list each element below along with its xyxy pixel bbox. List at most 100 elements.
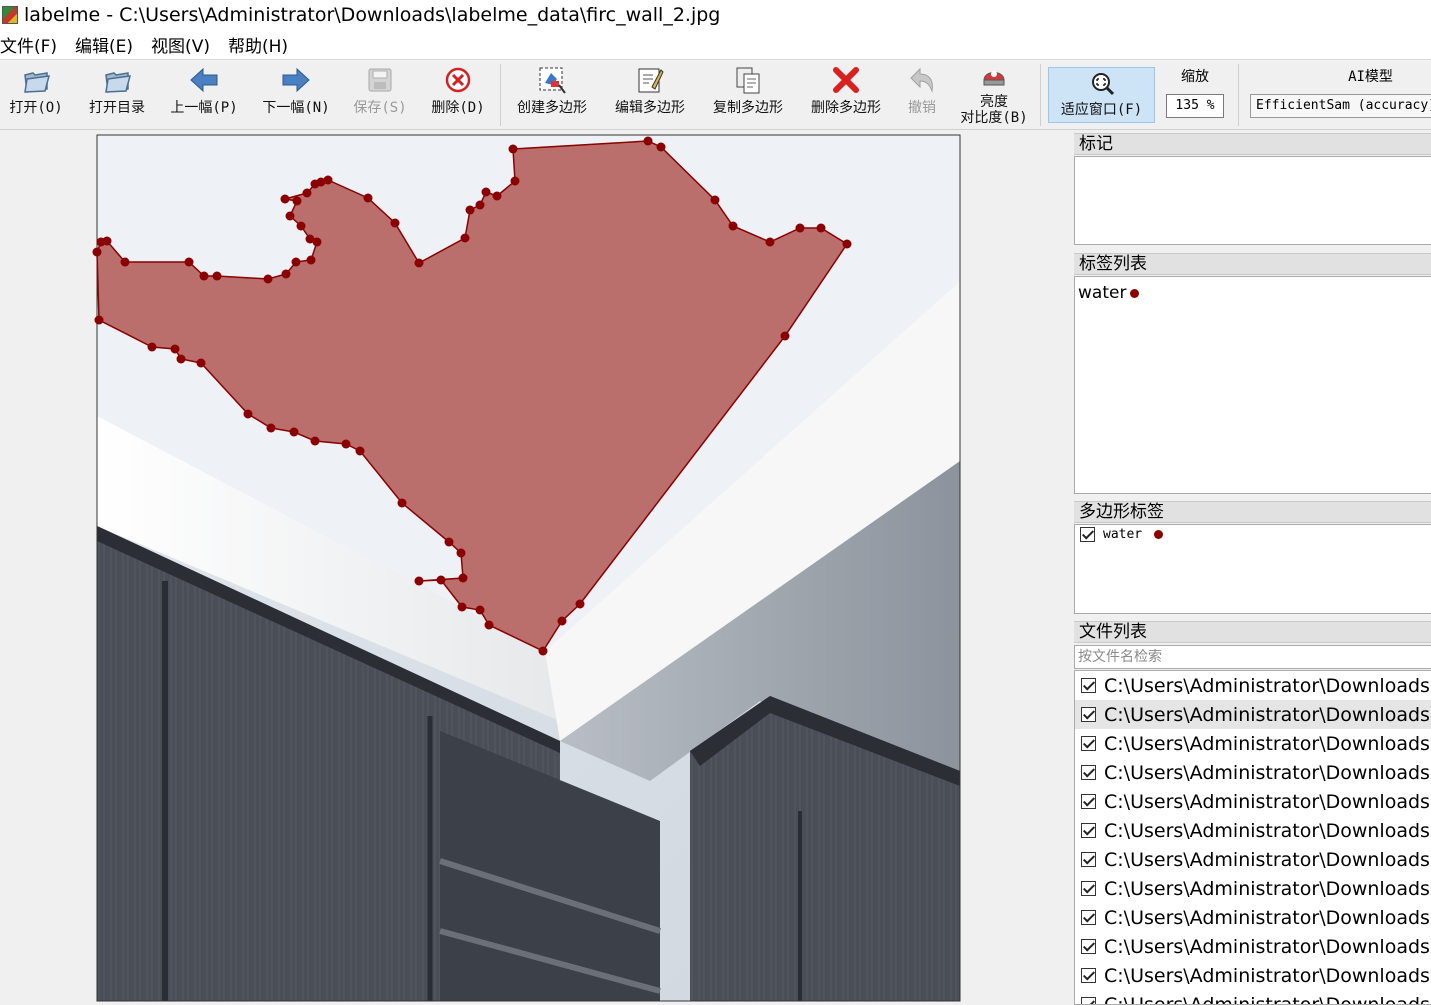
edit-polygon-button[interactable]: 编辑多边形 [608,64,692,126]
file-list-item[interactable]: C:\Users\Administrator\Downloads [1075,729,1431,758]
file-checkbox[interactable] [1081,997,1096,1004]
polygon-vertex[interactable] [292,196,302,206]
polygon-vertex[interactable] [285,211,295,221]
polygon-vertex[interactable] [795,223,805,233]
polygon-vertex[interactable] [306,255,316,265]
polygon-vertex[interactable] [538,646,548,656]
polygon-vertex[interactable] [120,257,130,267]
file-checkbox[interactable] [1081,939,1096,954]
menu-file[interactable]: 文件(F) [0,32,65,57]
copy-polygon-button[interactable]: 复制多边形 [706,64,790,126]
polygon-vertex[interactable] [643,136,653,146]
polygon-vertex[interactable] [457,602,467,612]
polygon-vertex[interactable] [341,439,351,449]
polygon-vertex[interactable] [728,221,738,231]
file-list-item[interactable]: C:\Users\Administrator\Downloads [1075,816,1431,845]
polygon-vertex[interactable] [196,358,206,368]
polygon-vertex[interactable] [397,498,407,508]
file-checkbox[interactable] [1081,765,1096,780]
file-checkbox[interactable] [1081,794,1096,809]
polygon-vertex[interactable] [458,573,468,583]
polygon-vertex[interactable] [492,191,502,201]
polygon-vertex[interactable] [460,233,470,243]
brightness-contrast-button[interactable]: 亮度 对比度(B) [956,64,1032,126]
polygon-vertex[interactable] [281,269,291,279]
polygon-vertex[interactable] [481,187,491,197]
file-list-item[interactable]: C:\Users\Administrator\Downloads [1075,932,1431,961]
polygon-vertex[interactable] [508,144,518,154]
undo-button[interactable]: 撤销 [900,64,944,126]
polygon-visible-checkbox[interactable] [1080,527,1095,542]
file-list-item[interactable]: C:\Users\Administrator\Downloads [1075,903,1431,932]
file-list-item[interactable]: C:\Users\Administrator\Downloads [1075,990,1431,1004]
file-checkbox[interactable] [1081,852,1096,867]
file-list-item[interactable]: C:\Users\Administrator\Downloads [1075,700,1431,729]
polygon-vertex[interactable] [465,205,475,215]
polygon-vertex[interactable] [291,257,301,267]
polygon-vertex[interactable] [710,195,720,205]
polygon-vertex[interactable] [557,616,567,626]
polygon-vertex[interactable] [176,354,186,364]
polygon-vertex[interactable] [289,427,299,437]
menu-view[interactable]: 视图(V) [151,32,218,57]
save-button[interactable]: 保存(S) [350,64,410,126]
prev-image-button[interactable]: 上一幅(P) [166,64,242,126]
polygon-vertex[interactable] [266,423,276,433]
file-checkbox[interactable] [1081,736,1096,751]
fit-window-button[interactable]: 适应窗口(F) [1048,67,1155,123]
polygon-vertex[interactable] [414,258,424,268]
polygon-vertex[interactable] [94,315,104,325]
file-search-input[interactable]: 按文件名检索 [1074,645,1431,669]
polygon-vertex[interactable] [456,548,466,558]
file-checkbox[interactable] [1081,707,1096,722]
file-list-item[interactable]: C:\Users\Administrator\Downloads [1075,758,1431,787]
polygon-vertex[interactable] [765,237,775,247]
open-dir-button[interactable]: 打开目录 [84,64,150,126]
file-checkbox[interactable] [1081,823,1096,838]
polygon-vertex[interactable] [475,200,485,210]
image-canvas[interactable] [0,131,1070,1005]
polygon-vertex[interactable] [147,342,157,352]
delete-file-button[interactable]: 删除(D) [428,64,488,126]
polygon-vertex[interactable] [475,605,485,615]
polygon-vertex[interactable] [243,409,253,419]
polygon-vertex[interactable] [414,576,424,586]
polygon-vertex[interactable] [355,446,365,456]
menu-help[interactable]: 帮助(H) [228,32,296,57]
ai-model-select[interactable]: EfficientSam (accuracy) [1250,94,1431,118]
polygon-vertex[interactable] [92,247,102,257]
polygon-vertex[interactable] [170,344,180,354]
polygon-vertex[interactable] [484,620,494,630]
polygon-vertex[interactable] [780,331,790,341]
polygon-vertex[interactable] [656,142,666,152]
polygon-vertex[interactable] [575,599,585,609]
file-list-item[interactable]: C:\Users\Administrator\Downloads [1075,671,1431,700]
polygon-vertex[interactable] [102,236,112,246]
polygon-vertex[interactable] [816,223,826,233]
file-list-item[interactable]: C:\Users\Administrator\Downloads [1075,961,1431,990]
polygon-vertex[interactable] [310,436,320,446]
delete-polygon-button[interactable]: 删除多边形 [804,64,888,126]
polygon-vertex[interactable] [510,176,520,186]
file-list-item[interactable]: C:\Users\Administrator\Downloads [1075,845,1431,874]
polygon-vertex[interactable] [323,175,333,185]
polygon-vertex[interactable] [444,537,454,547]
polygon-vertex[interactable] [280,194,290,204]
polygon-vertex[interactable] [363,193,373,203]
polygon-vertex[interactable] [184,257,194,267]
open-button[interactable]: 打开(O) [6,64,66,126]
polygon-vertex[interactable] [436,575,446,585]
polygon-label-row[interactable]: water [1075,525,1431,542]
polygon-vertex[interactable] [296,221,306,231]
file-checkbox[interactable] [1081,968,1096,983]
next-image-button[interactable]: 下一幅(N) [258,64,334,126]
file-list-item[interactable]: C:\Users\Administrator\Downloads [1075,787,1431,816]
polygon-vertex[interactable] [212,271,222,281]
polygon-vertex[interactable] [842,239,852,249]
label-list-item[interactable]: water [1075,284,1431,302]
file-list-item[interactable]: C:\Users\Administrator\Downloads [1075,874,1431,903]
polygon-vertex[interactable] [263,274,273,284]
create-polygon-button[interactable]: 创建多边形 [510,64,594,126]
polygon-vertex[interactable] [305,234,315,244]
polygon-vertex[interactable] [199,271,209,281]
